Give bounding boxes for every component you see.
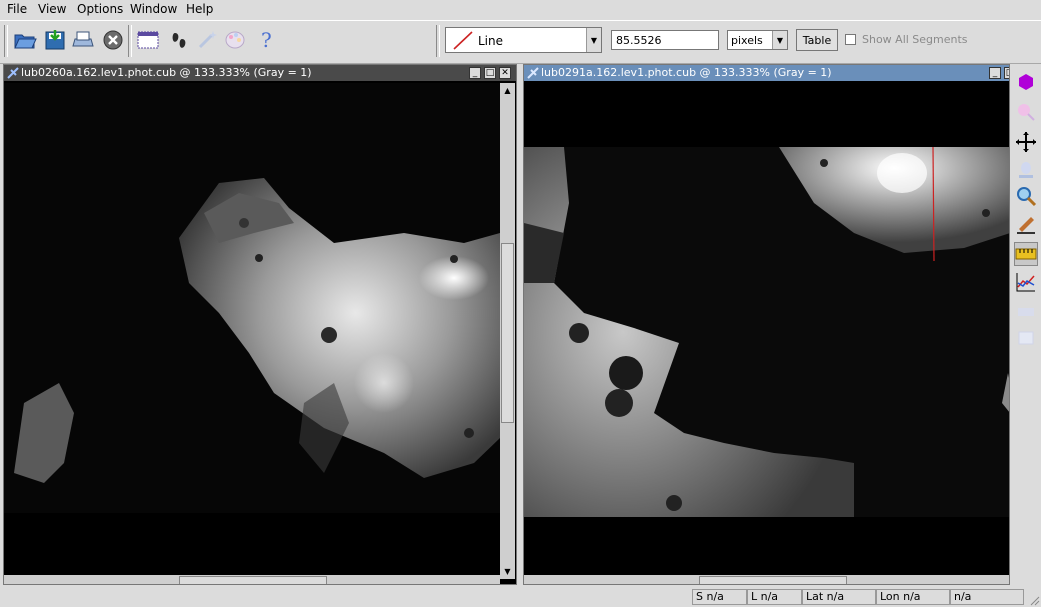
window-titlebar[interactable]: lub0260a.162.lev1.phot.cub @ 133.333% (G… [4,65,516,81]
show-all-segments-label: Show All Segments [862,33,968,46]
horizontal-scrollbar[interactable] [524,575,1009,584]
menu-options[interactable]: Options [77,2,123,16]
edit-icon[interactable] [1014,212,1038,236]
units-combo[interactable]: pixels ▼ [727,30,788,50]
resize-grip-icon[interactable] [1028,594,1040,606]
vertical-scroll-thumb[interactable] [501,243,514,423]
status-sample: S n/a [692,589,747,605]
plot-icon[interactable] [1014,270,1038,294]
measure-tool-combo[interactable]: Line ▼ [445,27,602,53]
horizontal-scrollbar[interactable] [4,575,500,584]
window-title: lub0291a.162.lev1.phot.cub @ 133.333% (G… [541,66,832,79]
stretch-icon[interactable] [1014,158,1038,182]
menu-file[interactable]: File [7,2,27,16]
toolbar: ? Line ▼ pixels ▼ Table Show All Segment… [0,20,1041,64]
faded-tool-icon-2[interactable] [1014,326,1038,350]
save-icon[interactable] [42,27,68,53]
status-longitude: Lon n/a [876,589,950,605]
help-icon[interactable]: ? [254,27,280,53]
pan-icon[interactable] [1014,130,1038,154]
vertical-scrollbar[interactable]: ▲ ▼ [500,83,515,579]
window-app-icon [7,67,19,79]
status-line: L n/a [747,589,802,605]
menu-help[interactable]: Help [186,2,213,16]
cube-image-left[interactable] [4,83,500,579]
zoom-icon[interactable] [1014,184,1038,208]
cube-image-right[interactable] [524,83,1010,579]
status-bar: S n/a L n/a Lat n/a Lon n/a n/a [0,586,1041,607]
toolbar-grip[interactable] [4,25,8,57]
maximize-button[interactable]: □ [484,67,496,79]
measure-value-field[interactable] [611,30,719,50]
zoom-faint-icon[interactable] [1014,100,1038,124]
toolbar-grip-3[interactable] [436,25,440,57]
toolbar-grip-2[interactable] [128,25,132,57]
table-button[interactable]: Table [796,29,838,51]
image-window-right[interactable]: lub0291a.162.lev1.phot.cub @ 133.333% (G… [523,64,1010,585]
svg-text:?: ? [261,29,272,51]
window-app-icon [527,67,539,79]
units-label: pixels [731,34,763,47]
image-window-left[interactable]: lub0260a.162.lev1.phot.cub @ 133.333% (G… [3,64,517,585]
menu-window[interactable]: Window [130,2,177,16]
chevron-down-icon[interactable]: ▼ [586,28,601,52]
measure-tool-label: Line [478,34,504,48]
chevron-down-icon[interactable]: ▼ [772,31,787,49]
link-icon[interactable] [166,27,192,53]
measure-icon[interactable] [1014,242,1038,266]
status-latitude: Lat n/a [802,589,876,605]
window-select-icon[interactable] [135,27,161,53]
minimize-button[interactable]: _ [469,67,481,79]
faded-tool-icon[interactable] [1014,300,1038,324]
close-file-icon[interactable] [100,27,126,53]
status-dn: n/a [950,589,1024,605]
show-all-segments-checkbox[interactable] [845,34,856,45]
open-icon[interactable] [12,27,38,53]
print-icon[interactable] [70,27,96,53]
horizontal-scroll-thumb[interactable] [699,576,847,584]
palette-icon[interactable] [222,27,248,53]
scroll-down-icon[interactable]: ▼ [500,564,515,579]
window-titlebar-active[interactable]: lub0291a.162.lev1.phot.cub @ 133.333% (G… [524,65,1009,81]
menu-view[interactable]: View [38,2,66,16]
minimize-button[interactable]: _ [989,67,1001,79]
window-title: lub0260a.162.lev1.phot.cub @ 133.333% (G… [21,66,312,79]
band-select-icon[interactable] [1014,70,1038,94]
wand-icon[interactable] [194,27,220,53]
tool-panel [1010,64,1041,584]
close-button[interactable]: ✕ [499,67,511,79]
scroll-up-icon[interactable]: ▲ [500,83,515,98]
horizontal-scroll-thumb[interactable] [179,576,327,584]
line-icon [453,31,473,50]
menu-bar: File View Options Window Help [0,0,1041,20]
